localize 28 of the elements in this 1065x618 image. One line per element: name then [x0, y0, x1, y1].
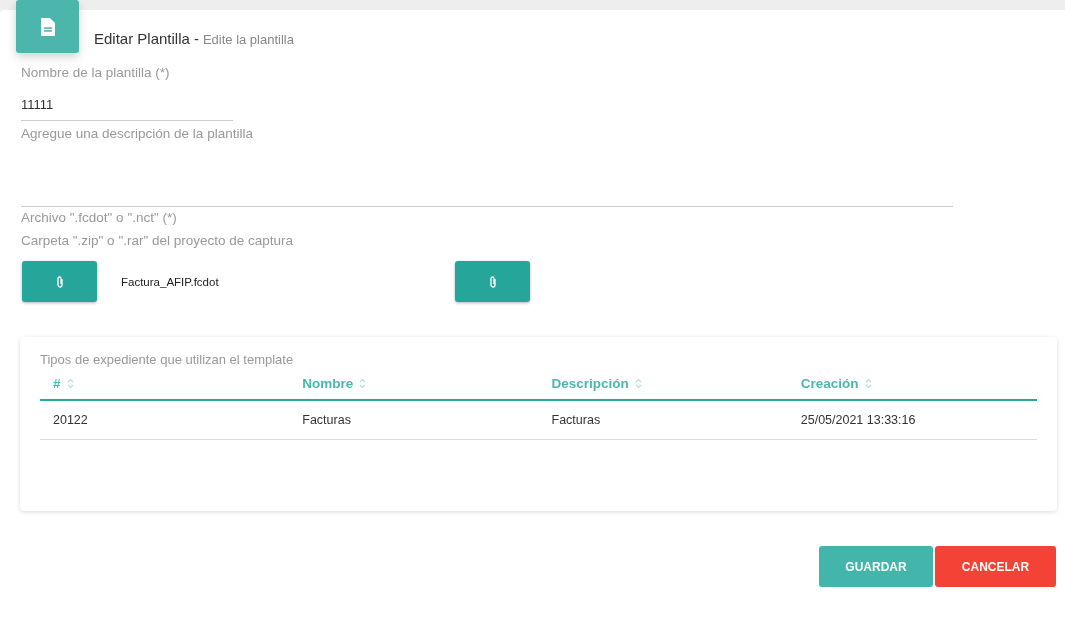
column-header[interactable]: # — [53, 375, 61, 391]
table-cell: 25/05/2021 13:33:16 — [800, 413, 916, 427]
sort-icon[interactable] — [864, 377, 872, 389]
title-separator: - — [193, 30, 199, 47]
column-header[interactable]: Nombre — [302, 375, 354, 391]
file-name: Factura_AFIP.fcdot — [121, 275, 220, 288]
field-label: Archivo ".fcdot" o ".nct" (*) — [21, 210, 178, 225]
column-header[interactable]: Descripción — [551, 375, 629, 391]
sort-icon[interactable] — [359, 377, 367, 389]
page-title: Editar Plantilla — [94, 30, 190, 47]
sort-icon[interactable] — [634, 377, 642, 389]
table-cell: Facturas — [302, 413, 351, 427]
paperclip-icon — [55, 275, 64, 288]
attach-button[interactable] — [455, 261, 530, 302]
field-label: Nombre de la plantilla (*) — [21, 65, 171, 80]
name-input[interactable]: 11111 — [21, 97, 233, 121]
document-icon — [40, 17, 55, 36]
column-header[interactable]: Creación — [800, 375, 859, 391]
save-button[interactable]: GUARDAR — [819, 546, 933, 587]
table-title: Tipos de expediente que utilizan el template — [40, 352, 295, 367]
table-cell: Facturas — [551, 413, 601, 427]
table-cell: 20122 — [53, 413, 88, 427]
paperclip-icon — [488, 275, 497, 288]
page-subtitle: Edite la plantilla — [202, 32, 294, 47]
cancel-button[interactable]: CANCELAR — [935, 546, 1056, 587]
sort-icon[interactable] — [66, 377, 74, 389]
field-label: Carpeta ".zip" o ".rar" del proyecto de captura — [21, 233, 295, 248]
attach-button[interactable] — [22, 261, 97, 302]
